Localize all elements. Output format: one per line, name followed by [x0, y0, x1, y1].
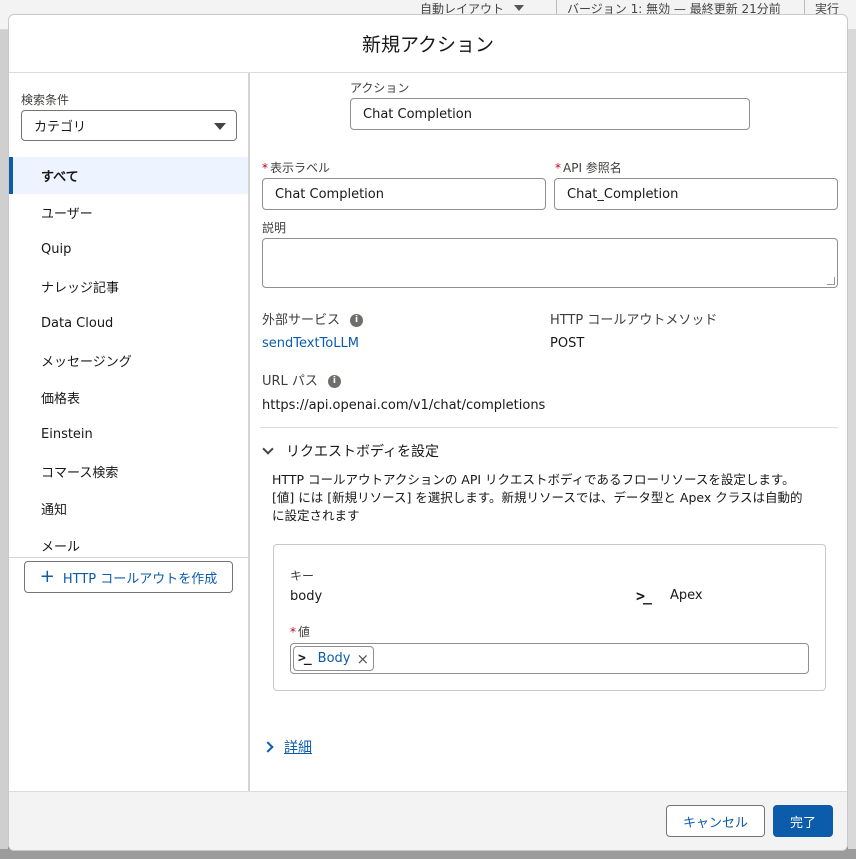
close-icon[interactable]: ×	[356, 650, 369, 668]
action-form: アクション Chat Completion * 表示ラベル Chat Comple…	[250, 73, 847, 791]
modal-footer: キャンセル 完了	[9, 791, 847, 850]
url-path-value: https://api.openai.com/v1/chat/completio…	[262, 398, 546, 413]
http-method-label: HTTP コールアウトメソッド	[550, 313, 718, 328]
category-item-knowledge[interactable]: ナレッジ記事	[9, 268, 248, 305]
resize-handle-icon[interactable]	[827, 277, 835, 285]
http-method-value: POST	[550, 336, 585, 351]
background-right	[848, 30, 856, 859]
category-item-users[interactable]: ユーザー	[9, 194, 248, 231]
info-icon[interactable]: i	[350, 314, 364, 327]
category-list: すべて ユーザー Quip ナレッジ記事 Data Cloud メッセージング …	[9, 157, 248, 557]
action-label: アクション	[350, 81, 410, 95]
description-label: 説明	[262, 221, 287, 235]
external-service-link[interactable]: sendTextToLLM	[262, 336, 359, 351]
chevron-down-icon	[514, 5, 525, 11]
create-http-callout-button[interactable]: + HTTP コールアウトを作成	[24, 561, 233, 593]
chevron-right-icon	[262, 741, 274, 753]
divider	[260, 427, 838, 428]
type-value: Apex	[670, 588, 703, 603]
category-item-messaging[interactable]: メッセージング	[9, 342, 248, 379]
value-input[interactable]: >_ Body ×	[290, 643, 809, 674]
modal-header: 新規アクション	[9, 15, 847, 73]
key-value: body	[290, 589, 323, 604]
description-line: に設定されます	[272, 508, 360, 523]
new-action-modal: 新規アクション 検索条件 カテゴリ すべて ユーザー Quip ナレッジ記事 D…	[8, 14, 848, 851]
display-label-label: * 表示ラベル	[262, 161, 331, 175]
category-item-quip[interactable]: Quip	[9, 231, 248, 268]
required-marker: *	[555, 161, 561, 175]
background-left	[0, 30, 8, 859]
section-description: HTTP コールアウトアクションの API リクエストボディであるフローリソース…	[272, 471, 832, 525]
done-button[interactable]: 完了	[773, 805, 833, 837]
category-item-pricebook[interactable]: 価格表	[9, 379, 248, 416]
category-item-data-cloud[interactable]: Data Cloud	[9, 305, 248, 342]
value-pill-label: Body	[317, 651, 351, 666]
action-input[interactable]: Chat Completion	[350, 98, 750, 130]
chevron-down-icon	[214, 123, 226, 130]
api-name-label: * API 参照名	[555, 161, 622, 175]
cancel-button[interactable]: キャンセル	[666, 805, 765, 837]
category-select[interactable]: カテゴリ	[21, 110, 237, 141]
description-line: HTTP コールアウトアクションの API リクエストボディであるフローリソース…	[272, 472, 795, 487]
url-path-label: URL パス i	[262, 370, 341, 389]
value-label: * 値	[290, 625, 311, 639]
modal-body: 検索条件 カテゴリ すべて ユーザー Quip ナレッジ記事 Data Clou…	[9, 73, 847, 791]
category-item-einstein[interactable]: Einstein	[9, 416, 248, 453]
plus-icon: +	[39, 566, 55, 587]
category-select-value: カテゴリ	[34, 120, 87, 135]
description-textarea[interactable]	[262, 238, 838, 288]
filter-label: 検索条件	[21, 93, 70, 107]
run-link: 実行	[804, 0, 839, 16]
description-line: [値] には [新規リソース] を選択します。新規リソースでは、データ型と Ap…	[272, 490, 803, 505]
section-title: リクエストボディを設定	[286, 444, 440, 460]
category-item-notification[interactable]: 通知	[9, 490, 248, 527]
request-body-section-toggle[interactable]: リクエストボディを設定	[262, 441, 440, 461]
required-marker: *	[290, 625, 296, 639]
modal-title: 新規アクション	[361, 34, 495, 56]
required-marker: *	[262, 161, 268, 175]
category-item-commerce-search[interactable]: コマース検索	[9, 453, 248, 490]
external-service-label: 外部サービス i	[262, 309, 364, 328]
divider	[9, 557, 248, 558]
apex-icon: >_	[298, 651, 312, 666]
details-link[interactable]: 詳細	[284, 737, 312, 757]
value-pill[interactable]: >_ Body ×	[293, 646, 375, 671]
category-item-email[interactable]: メール	[9, 527, 248, 557]
info-icon[interactable]: i	[327, 375, 341, 388]
api-name-input[interactable]: Chat_Completion	[554, 178, 838, 210]
category-panel: 検索条件 カテゴリ すべて ユーザー Quip ナレッジ記事 Data Clou…	[9, 73, 250, 791]
apex-icon: >_	[636, 587, 652, 605]
request-body-card: キー body >_ Apex * 値 >_ Body ×	[273, 544, 826, 691]
key-label: キー	[290, 569, 315, 583]
version-status: バージョン 1: 無効 — 最終更新 21分前	[556, 0, 781, 16]
display-label-input[interactable]: Chat Completion	[262, 178, 546, 210]
create-http-callout-label: HTTP コールアウトを作成	[62, 571, 218, 587]
details-toggle[interactable]: 詳細	[262, 737, 312, 757]
layout-select: 自動レイアウト	[420, 0, 525, 16]
chevron-down-icon	[262, 443, 274, 455]
category-item-all[interactable]: すべて	[9, 157, 248, 194]
